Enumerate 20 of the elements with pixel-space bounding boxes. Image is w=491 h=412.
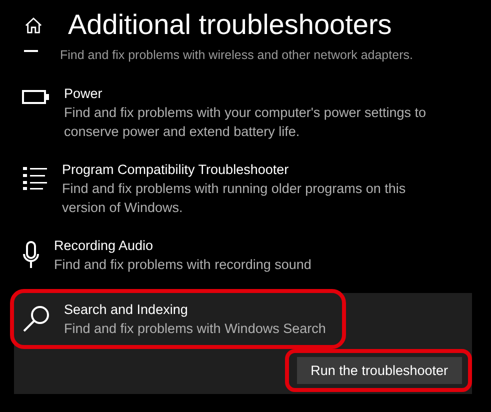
item-title[interactable]: Power xyxy=(64,84,449,103)
page-title: Additional troubleshooters xyxy=(68,9,392,41)
home-icon[interactable] xyxy=(25,16,42,34)
item-title[interactable]: Program Compatibility Troubleshooter xyxy=(62,160,447,179)
list-icon xyxy=(22,165,48,191)
troubleshooter-item[interactable]: Find and fix problems with wireless and other network adapters. xyxy=(0,46,491,65)
item-title[interactable]: Search and Indexing xyxy=(64,300,326,319)
troubleshooter-item[interactable]: Power Find and fix problems with your computer's power settings to conserve power and extend battery life. xyxy=(0,84,491,141)
troubleshooter-item[interactable]: Program Compatibility Troubleshooter Find and fix problems with running older programs on this version of Windows. xyxy=(0,160,491,217)
search-icon xyxy=(22,305,50,333)
item-description: Find and fix problems with Windows Search xyxy=(64,320,326,338)
battery-icon xyxy=(22,89,50,105)
item-description: Find and fix problems with recording sound xyxy=(54,256,312,274)
item-description: Find and fix problems with wireless and other network adapters. xyxy=(60,47,414,64)
microphone-icon xyxy=(22,241,40,269)
item-description: Find and fix problems with your computer's power settings to conserve power and extend battery life. xyxy=(64,104,427,141)
troubleshooter-item[interactable]: Recording Audio Find and fix problems with recording sound xyxy=(0,236,491,274)
item-description: Find and fix problems with running older programs on this version of Windows. xyxy=(62,180,407,217)
item-title[interactable]: Recording Audio xyxy=(54,236,439,255)
run-troubleshooter-button[interactable]: Run the troubleshooter xyxy=(296,357,462,384)
